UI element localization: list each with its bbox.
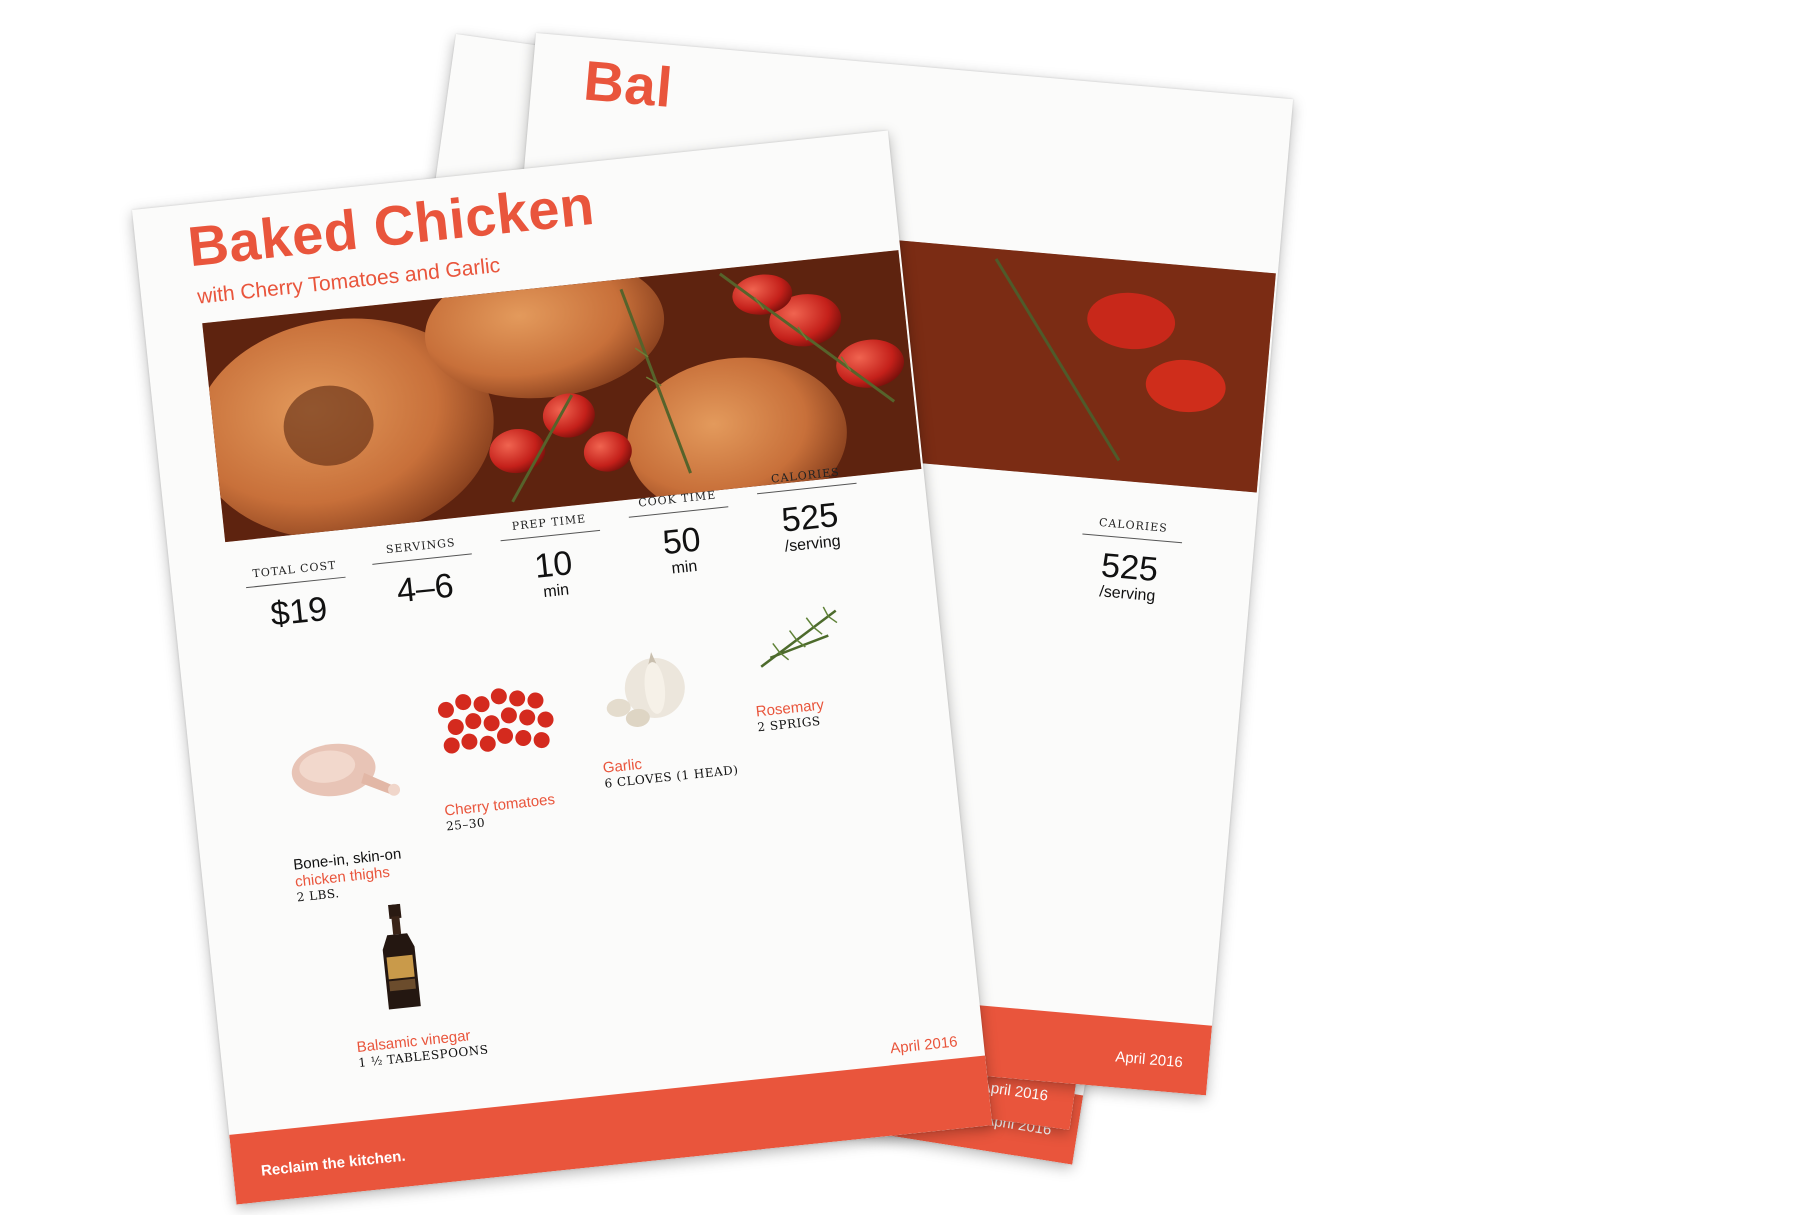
stat-total-cost: TOTAL COST $19 [244,557,351,637]
footer-band [229,1055,993,1205]
stat-prep-time: PREP TIME 10 min [498,510,607,606]
stat-calories: CALORIES 525 /serving [755,463,863,559]
flyer-stack-scene: April 2016 April 2016 Bal CALORIES 525 /… [0,0,1800,1215]
partial-stat-calories: CALORIES 525 /serving [1077,514,1184,608]
partial-title: Bal [581,48,676,119]
cherry-tomatoes-image [437,688,554,754]
balsamic-bottle-image [382,903,421,1010]
garlic-image [606,652,685,727]
stat-value: 4–6 [394,566,456,611]
recipe-flyer-front: Baked Chicken with Cherry Tomatoes and G… [132,130,993,1205]
recipe-title: Baked Chicken [184,172,598,279]
stat-servings: SERVINGS 4–6 [370,534,477,613]
stat-cook-time: COOK TIME 50 min [626,487,735,582]
ingredient-garlic: Garlic 6 CLOVES (1 HEAD) [591,633,775,791]
ingredient-rosemary: Rosemary 2 SPRIGS [745,590,927,734]
ingredient-cherry-tomatoes: Cherry tomatoes 25–30 [432,674,616,833]
footer-date: April 2016 [889,1033,959,1058]
stat-label: CALORIES [1082,514,1184,544]
ingredient-balsamic-vinegar: Balsamic vinegar 1 ½ TABLESPOONS [342,892,528,1070]
rosemary-image [760,606,838,668]
stat-value: $19 [268,589,330,634]
chicken-thigh-image [291,743,401,797]
stat-label: SERVINGS [370,534,472,565]
stat-label: PREP TIME [498,510,601,542]
stat-label: TOTAL COST [244,557,346,589]
